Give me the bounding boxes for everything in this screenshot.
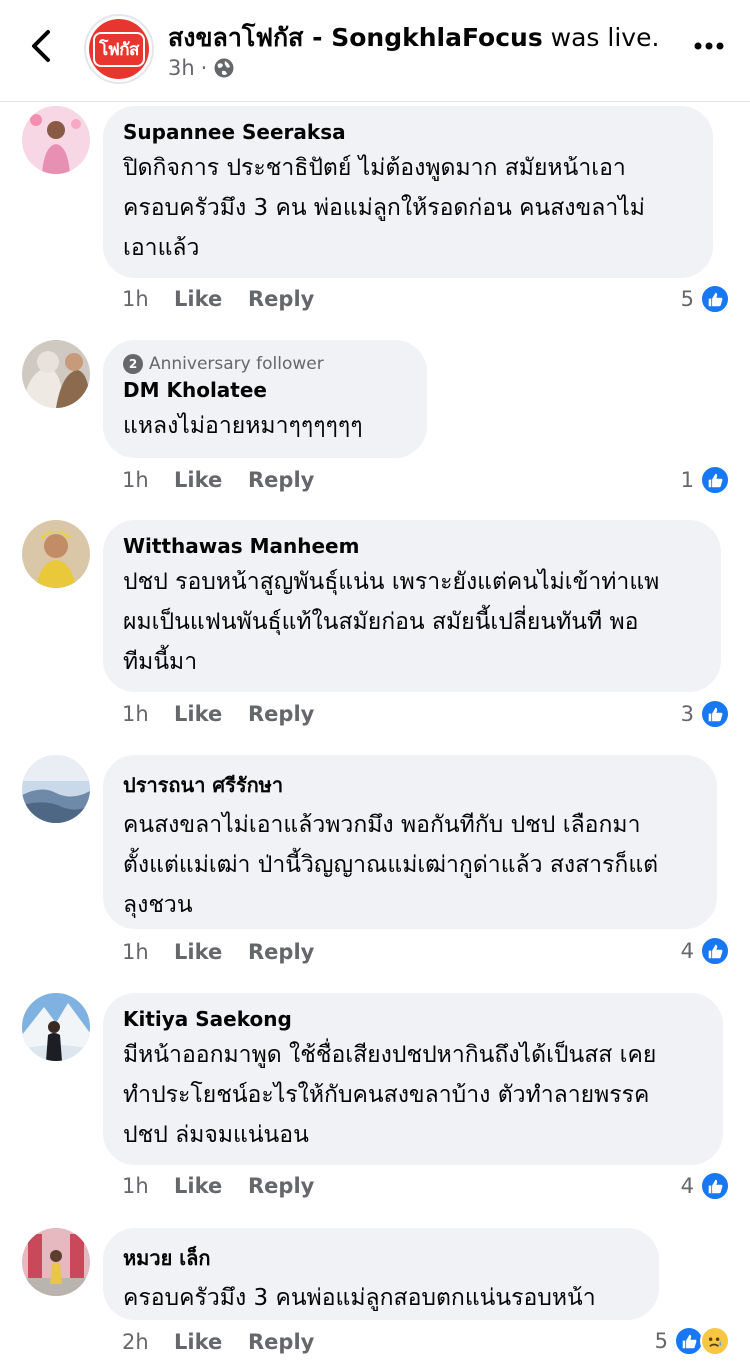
commenter-avatar[interactable] [22,993,90,1061]
post-time[interactable]: 3h [168,56,195,80]
comment-actions: 1h Like Reply [122,468,314,492]
like-button[interactable]: Like [174,468,248,492]
page-avatar[interactable]: โฟกัส [84,14,154,84]
comment-text: ครอบครัวมึง 3 คนพ่อแม่ลูกสอบตกแน่นรอบหน้… [123,1285,596,1311]
live-status: was live. [542,23,660,52]
reaction-summary[interactable]: 1 [681,465,730,495]
reply-button[interactable]: Reply [248,940,314,964]
comment-actions: 2h Like Reply [122,1330,314,1354]
post-meta: 3h · [168,56,235,80]
reaction-count: 5 [654,1329,668,1353]
comment-time[interactable]: 1h [122,287,174,311]
reply-button[interactable]: Reply [248,1330,314,1354]
commenter-avatar[interactable] [22,520,90,588]
comment-text: ปชป รอบหน้าสูญพันธุ์แน่น เพราะยังแต่คนไม… [123,569,660,675]
comment-text: แหลงไม่อายหมาๆๆๆๆๆๆ [123,413,363,439]
like-button[interactable]: Like [174,1330,248,1354]
reaction-count: 4 [680,1174,694,1198]
thumbs-up-icon [700,1171,730,1201]
commenter-avatar[interactable] [22,1228,90,1296]
comment-actions: 1h Like Reply [122,1174,314,1198]
comment-bubble[interactable]: Kitiya Saekong มีหน้าออกมาพูด ใช้ชื่อเสี… [103,993,723,1165]
commenter-avatar[interactable] [22,340,90,408]
thumbs-up-icon [700,465,730,495]
commenter-avatar[interactable] [22,755,90,823]
reaction-count: 4 [680,939,694,963]
comment-bubble[interactable]: หมวย เล็ก ครอบครัวมึง 3 คนพ่อแม่ลูกสอบตก… [103,1228,659,1320]
reaction-count: 5 [680,287,694,311]
thumbs-up-icon [700,936,730,966]
thumbs-up-icon [700,284,730,314]
comment-bubble[interactable]: ปรารถนา ศรีรักษา คนสงขลาไม่เอาแล้วพวกมึง… [103,755,717,929]
sad-reaction-icon [700,1326,730,1356]
reaction-summary[interactable]: 3 [681,699,730,729]
comment-author[interactable]: Kitiya Saekong [123,1007,703,1031]
post-title: สงขลาโฟกัส - SongkhlaFocus was live. [168,18,659,58]
comment-time[interactable]: 1h [122,940,174,964]
comment-author[interactable]: DM Kholatee [123,378,407,402]
comment-time[interactable]: 1h [122,468,174,492]
commenter-avatar[interactable] [22,106,90,174]
chevron-left-icon[interactable] [24,26,60,66]
comment-text: มีหน้าออกมาพูด ใช้ชื่อเสียงปชปหากินถึงได… [123,1042,657,1148]
comment-bubble[interactable]: 2 Anniversary follower DM Kholatee แหลงไ… [103,340,427,458]
reply-button[interactable]: Reply [248,287,314,311]
badge-number: 2 [123,354,143,374]
comment-actions: 1h Like Reply [122,702,314,726]
like-button[interactable]: Like [174,940,248,964]
follower-badge: 2 Anniversary follower [123,354,407,374]
page-name[interactable]: สงขลาโฟกัส - SongkhlaFocus [168,23,543,52]
page-logo: โฟกัส [93,31,145,67]
like-button[interactable]: Like [174,287,248,311]
post-header: โฟกัส สงขลาโฟกัส - SongkhlaFocus was liv… [0,0,750,102]
reaction-summary[interactable]: 5 [655,1326,730,1356]
reply-button[interactable]: Reply [248,468,314,492]
reaction-summary[interactable]: 4 [681,936,730,966]
comment-author[interactable]: Supannee Seeraksa [123,120,693,144]
meta-separator: · [200,56,208,80]
reaction-summary[interactable]: 5 [681,284,730,314]
comment-bubble[interactable]: Witthawas Manheem ปชป รอบหน้าสูญพันธุ์แน… [103,520,721,692]
comment-time[interactable]: 2h [122,1330,174,1354]
comment-author[interactable]: ปรารถนา ศรีรักษา [123,769,697,801]
comment-time[interactable]: 1h [122,1174,174,1198]
reply-button[interactable]: Reply [248,1174,314,1198]
like-button[interactable]: Like [174,702,248,726]
badge-label: Anniversary follower [149,354,324,374]
comment-text: ปิดกิจการ ประชาธิปัตย์ ไม่ต้องพูดมาก สมั… [123,155,645,261]
reaction-summary[interactable]: 4 [681,1171,730,1201]
comment-author[interactable]: Witthawas Manheem [123,534,701,558]
comment-bubble[interactable]: Supannee Seeraksa ปิดกิจการ ประชาธิปัตย์… [103,106,713,278]
comment-actions: 1h Like Reply [122,940,314,964]
globe-icon [214,58,234,78]
reaction-count: 3 [680,702,694,726]
comment-text: คนสงขลาไม่เอาแล้วพวกมึง พอกันทีกับ ปชป เ… [123,812,659,918]
comment-actions: 1h Like Reply [122,287,314,311]
comment-time[interactable]: 1h [122,702,174,726]
reaction-count: 1 [680,468,694,492]
like-button[interactable]: Like [174,1174,248,1198]
comment-author[interactable]: หมวย เล็ก [123,1242,639,1274]
reply-button[interactable]: Reply [248,702,314,726]
thumbs-up-icon [700,699,730,729]
more-horizontal-icon[interactable] [694,36,724,56]
